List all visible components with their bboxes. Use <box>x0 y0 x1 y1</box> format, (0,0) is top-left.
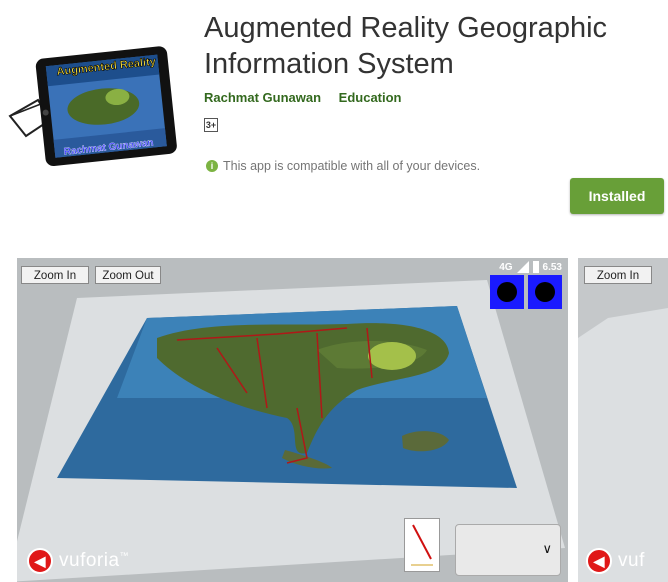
network-indicator: 4G <box>499 261 513 273</box>
ar-map-image <box>578 258 668 582</box>
category-link[interactable]: Education <box>339 90 402 105</box>
puzzle-icon[interactable] <box>528 275 562 309</box>
developer-link[interactable]: Rachmat Gunawan <box>204 90 321 105</box>
compatibility-notice: i This app is compatible with all of you… <box>206 159 480 173</box>
app-meta: Rachmat Gunawan Education <box>204 90 416 105</box>
zoom-in-button[interactable]: Zoom In <box>584 266 652 284</box>
app-icon: Augmented Reality Rachmat Gunawan <box>8 38 184 168</box>
vuforia-logo: vuf <box>618 550 645 571</box>
compass-widget <box>404 518 440 572</box>
status-bar: 4G 6.53 <box>490 261 562 309</box>
app-title: Augmented Reality Geographic Information… <box>204 12 608 80</box>
screenshot-2[interactable]: Zoom In ◀ vuf <box>578 258 668 582</box>
installed-button[interactable]: Installed <box>570 178 664 214</box>
info-icon: i <box>206 160 218 172</box>
zoom-in-button[interactable]: Zoom In <box>21 266 89 284</box>
battery-icon <box>532 261 539 273</box>
content-rating-badge: 3+ <box>204 118 218 132</box>
zoom-out-button[interactable]: Zoom Out <box>95 266 161 284</box>
signal-icon <box>516 261 529 273</box>
screenshot-1[interactable]: Zoom In Zoom Out 4G 6.53 ◀ vuforia™ ∨ <box>17 258 568 582</box>
back-arrow-icon[interactable]: ◀ <box>27 548 53 574</box>
compatibility-text: This app is compatible with all of your … <box>223 159 481 173</box>
status-time: 6.53 <box>542 261 562 273</box>
selection-dropdown[interactable]: ∨ <box>455 524 561 576</box>
vuforia-logo: vuforia™ <box>59 550 130 571</box>
vuforia-branding: ◀ vuforia™ <box>27 548 129 574</box>
puzzle-icon[interactable] <box>490 275 524 309</box>
back-arrow-icon[interactable]: ◀ <box>586 548 612 574</box>
vuforia-branding: ◀ vuf <box>586 548 645 574</box>
chevron-down-icon: ∨ <box>542 541 552 556</box>
